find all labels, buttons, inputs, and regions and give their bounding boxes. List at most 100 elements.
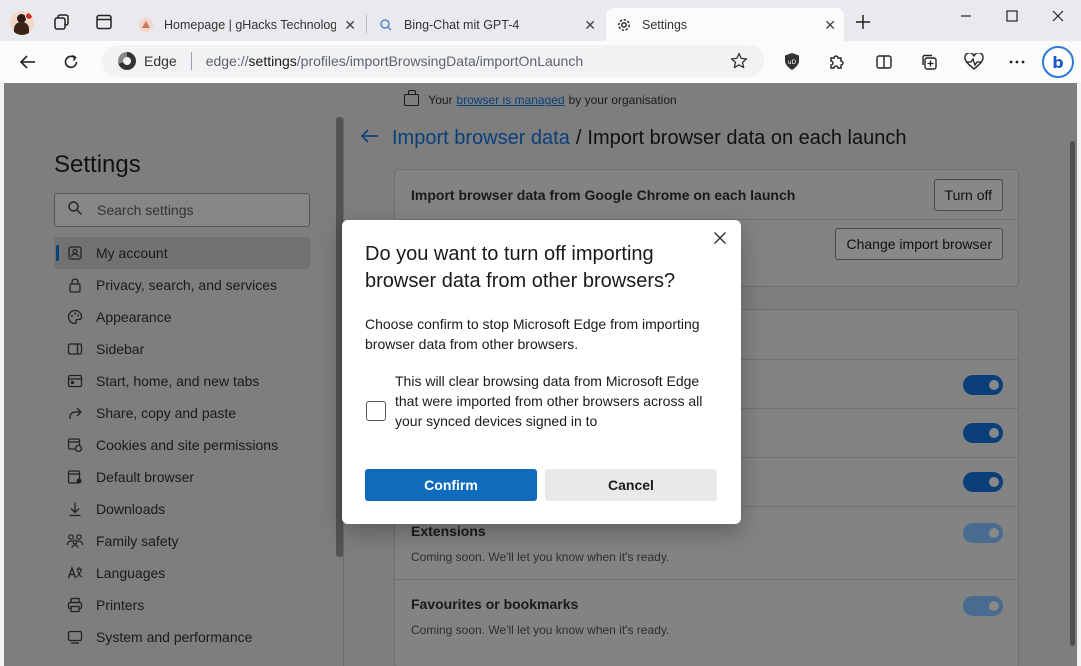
more-options-icon[interactable] bbox=[1005, 50, 1029, 74]
gear-icon bbox=[616, 17, 632, 33]
sidebar-item-label: Share, copy and paste bbox=[96, 405, 237, 421]
back-button[interactable] bbox=[15, 49, 41, 75]
vertical-tabs-icon[interactable] bbox=[91, 9, 117, 35]
dialog-body: Choose confirm to stop Microsoft Edge fr… bbox=[365, 316, 700, 352]
sidebar-icon bbox=[66, 340, 84, 358]
breadcrumb-parent-link[interactable]: Import browser data bbox=[392, 127, 570, 150]
search-icon bbox=[378, 17, 394, 33]
lock-icon bbox=[66, 276, 84, 294]
data-type-toggle[interactable] bbox=[963, 375, 1003, 395]
clear-data-checkbox[interactable] bbox=[366, 401, 386, 421]
share-icon bbox=[66, 404, 84, 422]
managed-banner: Your browser is managed by your organisa… bbox=[4, 83, 1077, 117]
sidebar-item-privacy[interactable]: Privacy, search, and services bbox=[54, 269, 310, 301]
clear-data-checkbox-label[interactable]: This will clear browsing data from Micro… bbox=[395, 371, 720, 431]
svg-text:uD: uD bbox=[788, 59, 797, 66]
favorite-star-icon[interactable] bbox=[730, 52, 748, 73]
bing-copilot-icon[interactable]: b bbox=[1042, 46, 1074, 78]
sidebar-item-start-home[interactable]: Start, home, and new tabs bbox=[54, 365, 310, 397]
page-title: Import browser data on each launch bbox=[587, 126, 907, 149]
tab-title: Bing-Chat mit GPT-4 bbox=[404, 17, 520, 32]
data-type-toggle[interactable] bbox=[963, 472, 1003, 492]
sidebar-item-label: Languages bbox=[96, 565, 166, 581]
sidebar-item-printers[interactable]: Printers bbox=[54, 589, 310, 621]
profile-avatar[interactable] bbox=[10, 11, 34, 35]
favourites-toggle bbox=[963, 596, 1003, 616]
languages-icon bbox=[66, 564, 84, 582]
favourites-row: Favourites or bookmarks Coming soon. We'… bbox=[395, 580, 1018, 653]
sidebar-item-share[interactable]: Share, copy and paste bbox=[54, 397, 310, 429]
toolbar: Edge edge://settings/profiles/importBrow… bbox=[0, 41, 1081, 83]
search-input[interactable]: Search settings bbox=[54, 193, 310, 227]
close-window-icon[interactable] bbox=[1048, 6, 1068, 26]
cookies-icon bbox=[66, 436, 84, 454]
tab-bing-chat[interactable]: Bing-Chat mit GPT-4 ✕ bbox=[370, 8, 604, 41]
sidebar-item-label: Cookies and site permissions bbox=[96, 437, 279, 453]
close-tab-icon[interactable]: ✕ bbox=[344, 17, 356, 34]
sidebar-item-appearance[interactable]: Appearance bbox=[54, 301, 310, 333]
minimize-icon[interactable] bbox=[956, 6, 976, 26]
favourites-label: Favourites or bookmarks bbox=[411, 596, 579, 612]
sidebar-item-label: Family safety bbox=[96, 533, 179, 549]
tab-ghacks[interactable]: Homepage | gHacks Technology ✕ bbox=[128, 8, 364, 41]
sidebar-item-cookies[interactable]: Cookies and site permissions bbox=[54, 429, 310, 461]
settings-title: Settings bbox=[54, 151, 141, 178]
sidebar-item-label: Default browser bbox=[96, 469, 195, 485]
collections-icon[interactable] bbox=[917, 50, 941, 74]
tab-settings[interactable]: Settings ✕ bbox=[606, 8, 844, 41]
split-screen-icon[interactable] bbox=[872, 50, 896, 74]
tab-title: Settings bbox=[642, 17, 688, 32]
back-arrow-icon[interactable] bbox=[360, 127, 380, 150]
address-bar[interactable]: Edge edge://settings/profiles/importBrow… bbox=[102, 45, 764, 77]
sidebar-item-languages[interactable]: Languages bbox=[54, 557, 310, 589]
sidebar-item-downloads[interactable]: Downloads bbox=[54, 493, 310, 525]
account-icon bbox=[66, 244, 84, 262]
content-scrollbar[interactable] bbox=[1070, 141, 1075, 646]
sidebar-item-default-browser[interactable]: Default browser bbox=[54, 461, 310, 493]
change-import-browser-button[interactable]: Change import browser bbox=[835, 228, 1003, 260]
close-icon[interactable] bbox=[711, 229, 729, 247]
ghacks-favicon bbox=[138, 17, 154, 33]
printer-icon bbox=[66, 596, 84, 614]
confirm-button[interactable]: Confirm bbox=[365, 469, 537, 501]
search-placeholder: Search settings bbox=[97, 202, 194, 218]
sidebar-item-label: Privacy, search, and services bbox=[96, 277, 278, 293]
import-source-label: Import browser data from Google Chrome o… bbox=[411, 187, 796, 203]
data-type-toggle[interactable] bbox=[963, 423, 1003, 443]
workspaces-icon[interactable] bbox=[49, 9, 75, 35]
tab-bar: Homepage | gHacks Technology ✕ Bing-Chat… bbox=[0, 0, 1081, 41]
settings-menu: My account Privacy, search, and services… bbox=[54, 237, 310, 653]
new-tab-icon[interactable] bbox=[850, 9, 876, 35]
browser-essentials-icon[interactable] bbox=[962, 50, 986, 74]
extensions-sub: Coming soon. We'll let you know when it'… bbox=[411, 550, 670, 564]
browser-icon bbox=[66, 468, 84, 486]
close-tab-icon[interactable]: ✕ bbox=[584, 17, 596, 34]
sidebar-item-label: System and performance bbox=[96, 629, 253, 645]
tab-separator bbox=[366, 15, 367, 33]
ublock-shield-icon[interactable]: uD bbox=[780, 50, 804, 74]
sidebar-item-family-safety[interactable]: Family safety bbox=[54, 525, 310, 557]
sidebar-item-my-account[interactable]: My account bbox=[54, 237, 310, 269]
family-icon bbox=[66, 532, 84, 550]
extensions-label: Extensions bbox=[411, 523, 486, 539]
breadcrumb-separator: / bbox=[575, 126, 582, 149]
extensions-icon[interactable] bbox=[824, 50, 848, 74]
edge-badge: Edge bbox=[144, 53, 177, 69]
search-icon bbox=[67, 200, 83, 221]
edge-logo-icon bbox=[118, 52, 136, 70]
sidebar-item-label: Start, home, and new tabs bbox=[96, 373, 260, 389]
favourites-sub: Coming soon. We'll let you know when it'… bbox=[411, 623, 670, 637]
refresh-button[interactable] bbox=[58, 49, 84, 75]
maximize-icon[interactable] bbox=[1002, 6, 1022, 26]
turn-off-button[interactable]: Turn off bbox=[933, 179, 1003, 211]
sidebar-item-sidebar[interactable]: Sidebar bbox=[54, 333, 310, 365]
managed-suffix: by your organisation bbox=[568, 93, 677, 107]
sidebar-item-system[interactable]: System and performance bbox=[54, 621, 310, 653]
close-tab-icon[interactable]: ✕ bbox=[824, 17, 836, 34]
sidebar-item-label: Appearance bbox=[96, 309, 172, 325]
sidebar-item-label: Sidebar bbox=[96, 341, 145, 357]
managed-link[interactable]: browser is managed bbox=[457, 93, 565, 107]
system-icon bbox=[66, 628, 84, 646]
palette-icon bbox=[66, 308, 84, 326]
cancel-button[interactable]: Cancel bbox=[545, 469, 717, 501]
